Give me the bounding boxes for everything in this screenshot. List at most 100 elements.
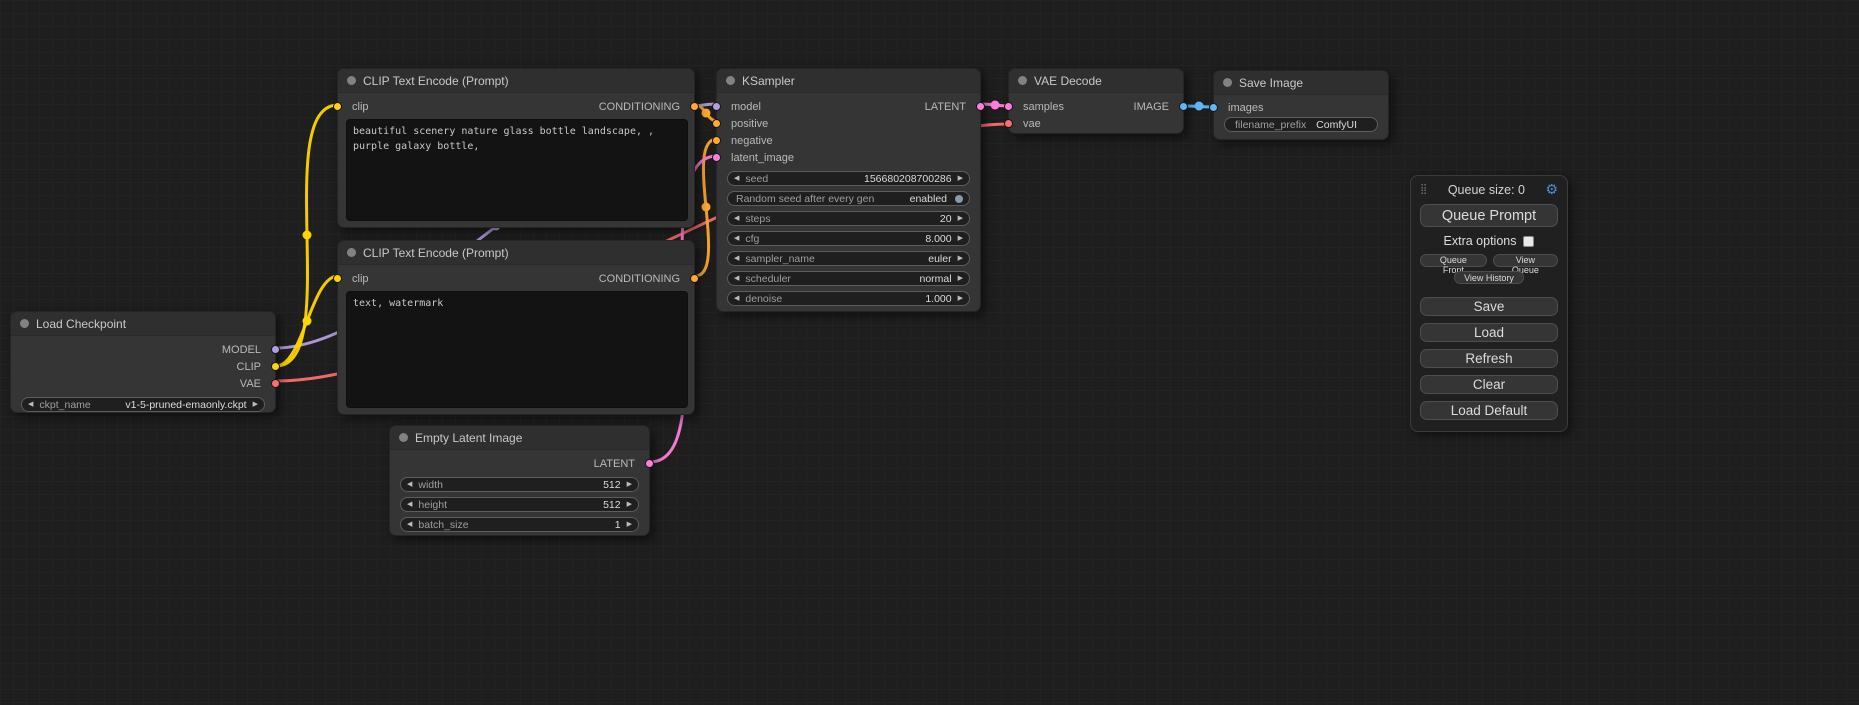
image-output-port[interactable] — [1179, 102, 1188, 111]
arrow-left-icon[interactable]: ◀ — [28, 401, 33, 408]
arrow-right-icon[interactable]: ▶ — [958, 275, 963, 282]
vae-input-port[interactable] — [1004, 119, 1013, 128]
scheduler-widget[interactable]: ◀ scheduler normal ▶ — [727, 271, 970, 286]
sampler-name-widget[interactable]: ◀ sampler_name euler ▶ — [727, 251, 970, 266]
model-output-port[interactable] — [271, 345, 280, 354]
negative-prompt-textarea[interactable]: text, watermark — [346, 291, 688, 408]
node-header[interactable]: Save Image — [1214, 71, 1388, 95]
widget-value: 20 — [940, 213, 952, 225]
widget-value: 512 — [603, 499, 621, 511]
seed-widget[interactable]: ◀ seed 156680208700286 ▶ — [727, 171, 970, 186]
latent-output-port[interactable] — [976, 102, 985, 111]
arrow-right-icon[interactable]: ▶ — [958, 215, 963, 222]
arrow-left-icon[interactable]: ◀ — [407, 521, 412, 528]
steps-widget[interactable]: ◀ steps 20 ▶ — [727, 211, 970, 226]
node-clip-text-encode-negative[interactable]: CLIP Text Encode (Prompt) clip CONDITION… — [337, 240, 695, 415]
extra-options-label: Extra options — [1444, 234, 1517, 248]
cfg-widget[interactable]: ◀ cfg 8.000 ▶ — [727, 231, 970, 246]
node-header[interactable]: VAE Decode — [1009, 69, 1183, 93]
arrow-left-icon[interactable]: ◀ — [734, 295, 739, 302]
filename-prefix-widget[interactable]: filename_prefix ComfyUI — [1224, 117, 1378, 132]
arrow-right-icon[interactable]: ▶ — [958, 175, 963, 182]
collapse-dot[interactable] — [726, 76, 735, 85]
extra-options-checkbox[interactable] — [1523, 236, 1534, 247]
arrow-left-icon[interactable]: ◀ — [407, 481, 412, 488]
clear-button[interactable]: Clear — [1420, 375, 1558, 394]
drag-handle-icon[interactable]: ⣿ — [1420, 184, 1427, 195]
collapse-dot[interactable] — [347, 248, 356, 257]
refresh-button[interactable]: Refresh — [1420, 349, 1558, 368]
batch-size-widget[interactable]: ◀ batch_size 1 ▶ — [400, 517, 639, 532]
node-save-image[interactable]: Save Image images filename_prefix ComfyU… — [1213, 70, 1389, 140]
slot-label: negative — [731, 135, 773, 147]
collapse-dot[interactable] — [20, 319, 29, 328]
widget-value: 1 — [615, 519, 621, 531]
arrow-right-icon[interactable]: ▶ — [627, 521, 632, 528]
node-load-checkpoint[interactable]: Load Checkpoint MODEL CLIP VAE ◀ ckpt_na… — [10, 311, 276, 413]
conditioning-output-port[interactable] — [690, 102, 699, 111]
widget-name: height — [418, 499, 447, 511]
vae-output-port[interactable] — [271, 379, 280, 388]
arrow-left-icon[interactable]: ◀ — [407, 501, 412, 508]
node-clip-text-encode-positive[interactable]: CLIP Text Encode (Prompt) clip CONDITION… — [337, 68, 695, 228]
samples-input-port[interactable] — [1004, 102, 1013, 111]
load-button[interactable]: Load — [1420, 323, 1558, 342]
ckpt-name-widget[interactable]: ◀ ckpt_name v1-5-pruned-emaonly.ckpt ▶ — [21, 397, 265, 412]
queue-front-button[interactable]: Queue Front — [1420, 254, 1487, 267]
load-default-button[interactable]: Load Default — [1420, 401, 1558, 420]
node-header[interactable]: KSampler — [717, 69, 980, 93]
widget-name: ckpt_name — [39, 399, 90, 411]
arrow-right-icon[interactable]: ▶ — [627, 501, 632, 508]
graph-canvas[interactable]: Load Checkpoint MODEL CLIP VAE ◀ ckpt_na… — [0, 0, 1859, 705]
positive-input-port[interactable] — [712, 119, 721, 128]
widget-name: width — [418, 479, 443, 491]
arrow-left-icon[interactable]: ◀ — [734, 275, 739, 282]
view-queue-button[interactable]: View Queue — [1493, 254, 1558, 267]
node-header[interactable]: CLIP Text Encode (Prompt) — [338, 241, 694, 265]
view-history-button[interactable]: View History — [1454, 271, 1524, 284]
negative-input-port[interactable] — [712, 136, 721, 145]
clip-output-port[interactable] — [271, 362, 280, 371]
latent-image-input-port[interactable] — [712, 153, 721, 162]
arrow-left-icon[interactable]: ◀ — [734, 255, 739, 262]
node-header[interactable]: Load Checkpoint — [11, 312, 275, 336]
arrow-left-icon[interactable]: ◀ — [734, 175, 739, 182]
random-seed-toggle-widget[interactable]: Random seed after every gen enabled — [727, 191, 970, 206]
width-widget[interactable]: ◀ width 512 ▶ — [400, 477, 639, 492]
node-ksampler[interactable]: KSampler model positive negative latent_… — [716, 68, 981, 312]
height-widget[interactable]: ◀ height 512 ▶ — [400, 497, 639, 512]
queue-size-label: Queue size: 0 — [1427, 183, 1545, 197]
denoise-widget[interactable]: ◀ denoise 1.000 ▶ — [727, 291, 970, 306]
collapse-dot[interactable] — [1223, 78, 1232, 87]
collapse-dot[interactable] — [347, 76, 356, 85]
collapse-dot[interactable] — [1018, 76, 1027, 85]
arrow-left-icon[interactable]: ◀ — [734, 215, 739, 222]
latent-output-port[interactable] — [645, 459, 654, 468]
slot-label: IMAGE — [1134, 101, 1169, 113]
arrow-right-icon[interactable]: ▶ — [958, 235, 963, 242]
widget-value: 1.000 — [925, 293, 951, 305]
clip-input-port[interactable] — [333, 274, 342, 283]
model-input-port[interactable] — [712, 102, 721, 111]
arrow-left-icon[interactable]: ◀ — [734, 235, 739, 242]
arrow-right-icon[interactable]: ▶ — [627, 481, 632, 488]
arrow-right-icon[interactable]: ▶ — [958, 255, 963, 262]
node-header[interactable]: CLIP Text Encode (Prompt) — [338, 69, 694, 93]
arrow-right-icon[interactable]: ▶ — [253, 401, 258, 408]
collapse-dot[interactable] — [399, 433, 408, 442]
save-button[interactable]: Save — [1420, 297, 1558, 316]
arrow-right-icon[interactable]: ▶ — [958, 295, 963, 302]
queue-prompt-button[interactable]: Queue Prompt — [1420, 204, 1558, 227]
clip-input-port[interactable] — [333, 102, 342, 111]
node-header[interactable]: Empty Latent Image — [390, 426, 649, 450]
node-vae-decode[interactable]: VAE Decode samples vae IMAGE — [1008, 68, 1184, 134]
positive-prompt-textarea[interactable]: beautiful scenery nature glass bottle la… — [346, 119, 688, 221]
settings-gear-icon[interactable]: ⚙ — [1545, 181, 1558, 198]
images-input-port[interactable] — [1209, 103, 1218, 112]
wire-dot-negative — [702, 203, 711, 212]
wire-dot-latent-out — [991, 101, 1000, 110]
toggle-on-indicator[interactable] — [955, 195, 963, 203]
conditioning-output-port[interactable] — [690, 274, 699, 283]
wire-dot-image — [1195, 102, 1204, 111]
node-empty-latent-image[interactable]: Empty Latent Image LATENT ◀ width 512 ▶ … — [389, 425, 650, 536]
